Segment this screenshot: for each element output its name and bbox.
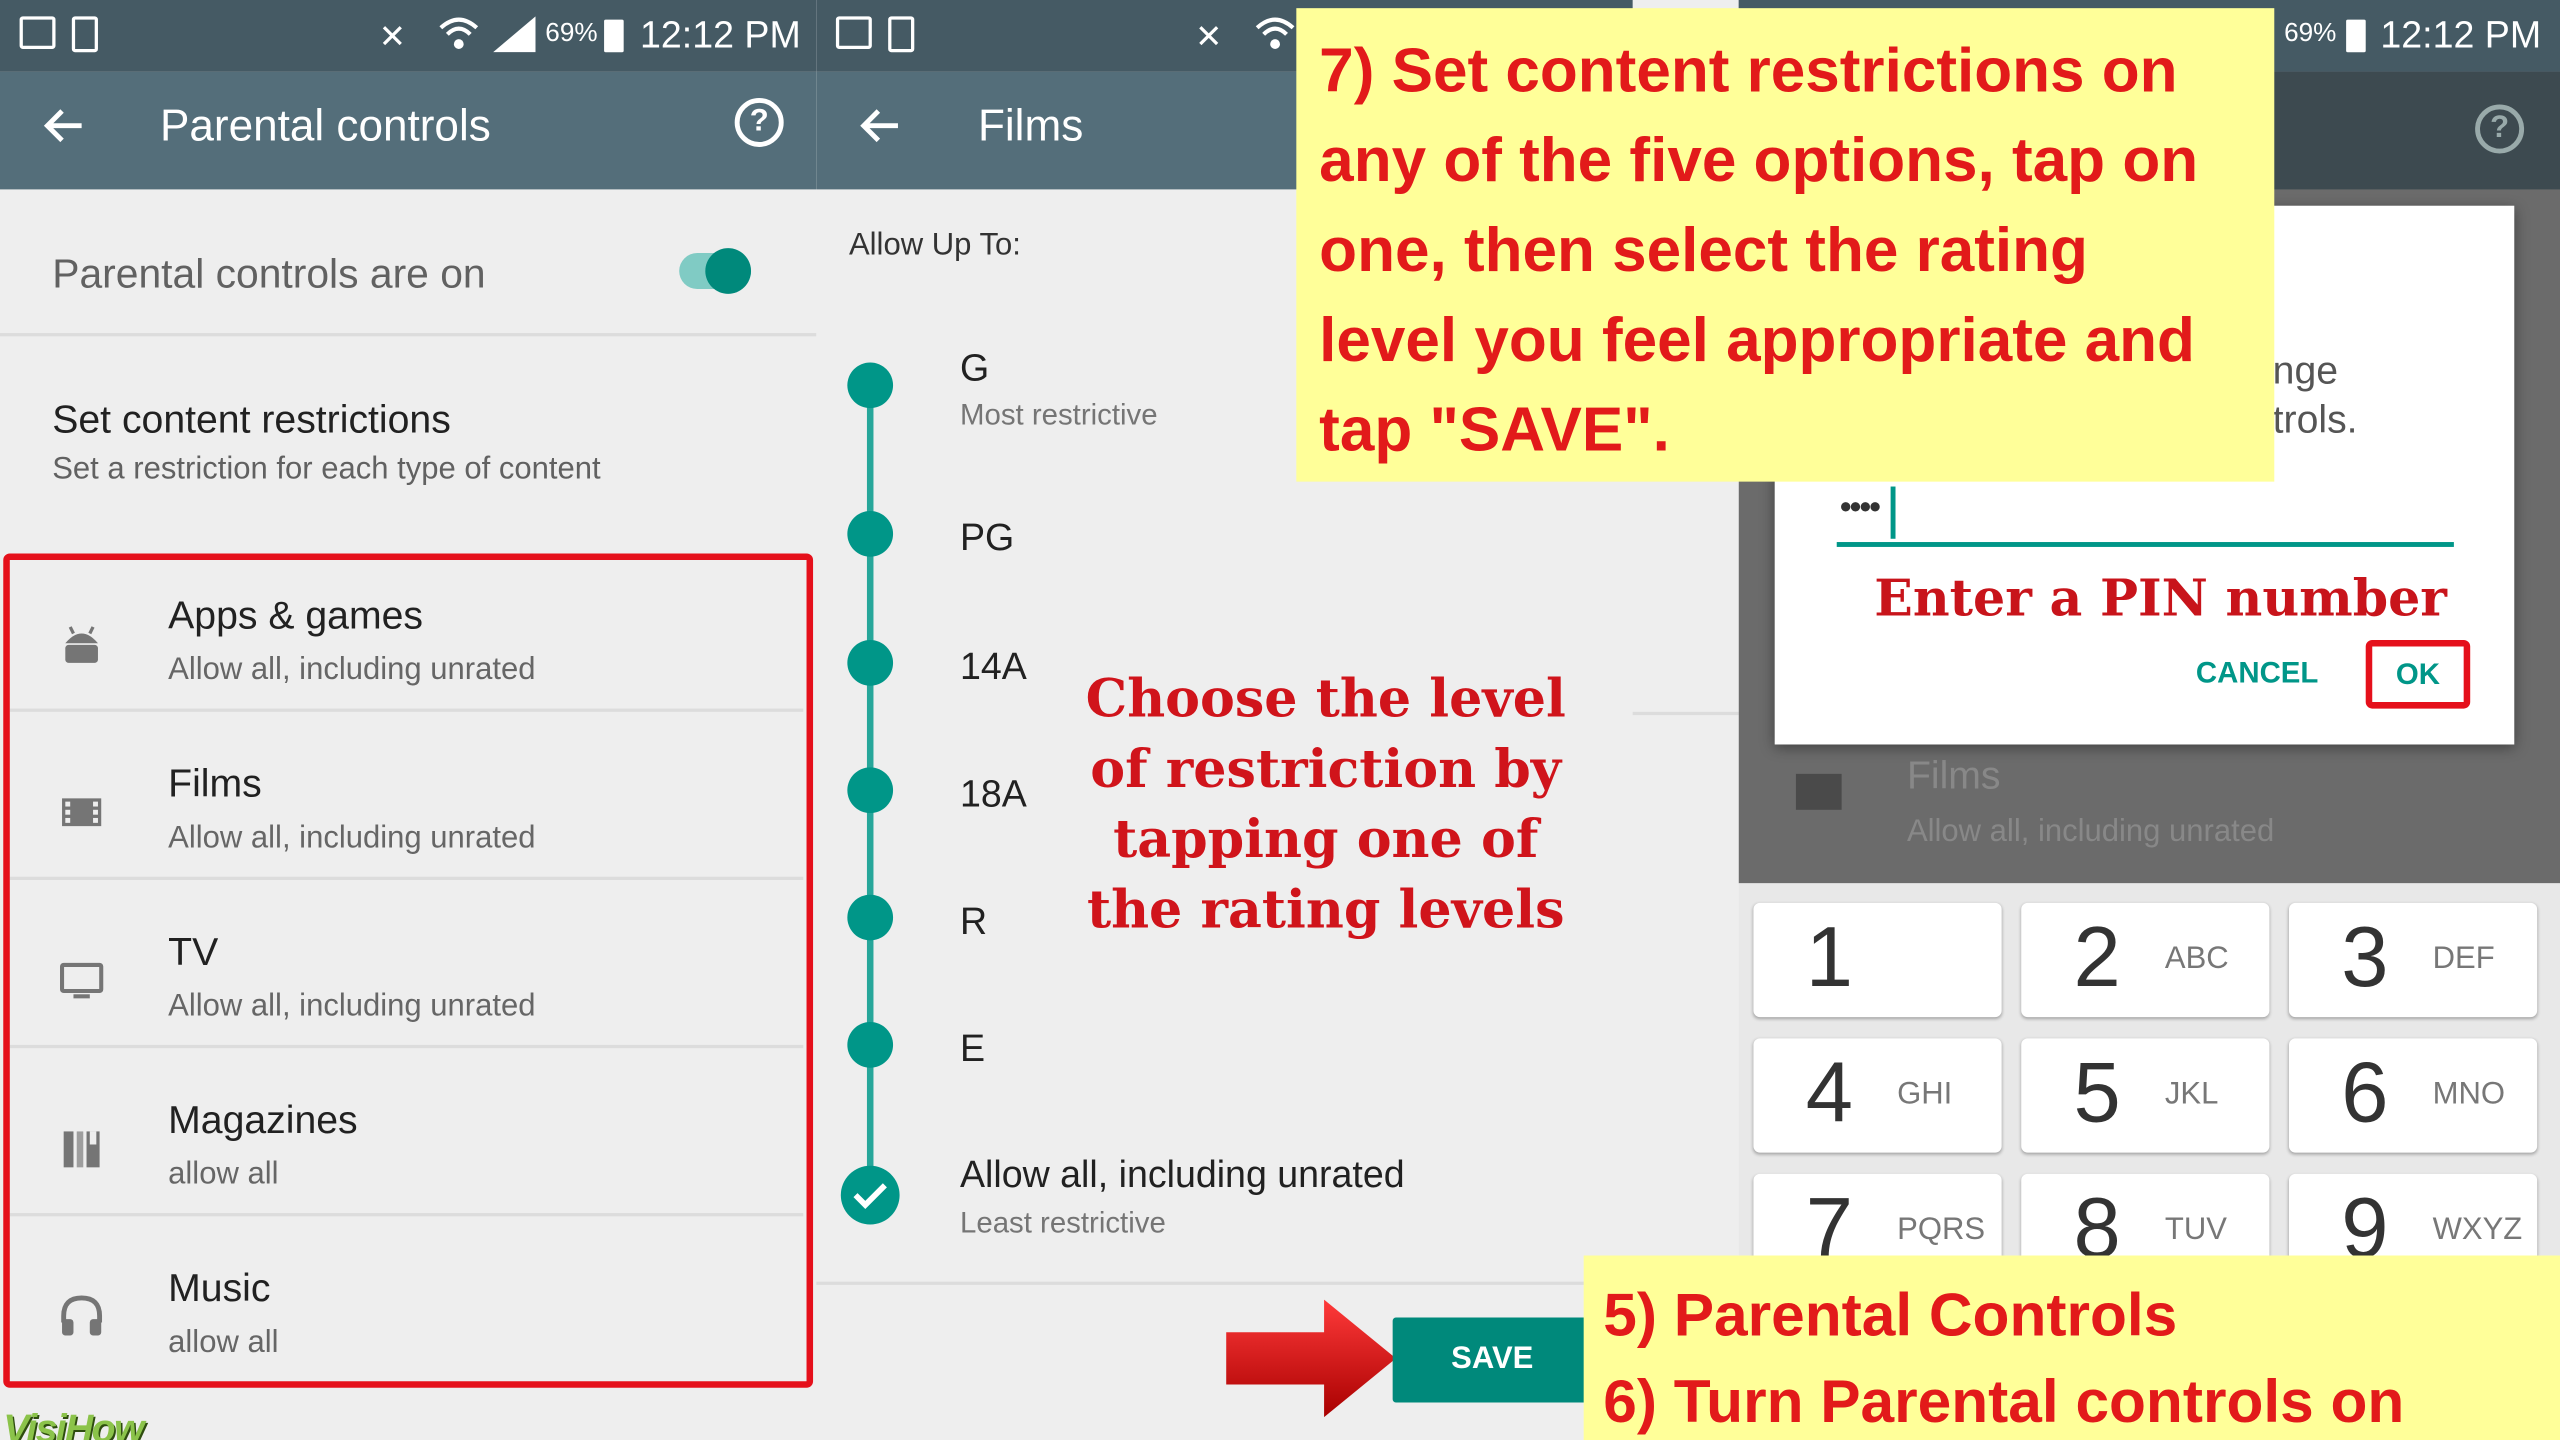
film-icon — [1795, 773, 1842, 810]
overlay-line: Choose the level — [1085, 667, 1566, 730]
callout-line: 7) Set content restrictions on — [1319, 37, 2178, 107]
screenshot-icon — [19, 16, 56, 49]
content-restrictions-title: Set content restrictions — [52, 398, 451, 443]
rating-dot-14a[interactable] — [847, 640, 894, 686]
text-cursor — [1890, 486, 1896, 539]
download-icon — [71, 16, 98, 53]
screenshot-icon — [835, 16, 872, 49]
key-letters: MNO — [2432, 1077, 2506, 1112]
back-arrow-icon[interactable] — [39, 101, 88, 150]
key-letters: DEF — [2432, 942, 2495, 977]
dialog-text: nge — [2272, 349, 2339, 394]
status-time: 12:12 PM — [640, 13, 801, 56]
callout-line: level you feel appropriate and — [1319, 306, 2195, 376]
parental-toggle-knob[interactable] — [705, 248, 752, 294]
step7-callout: 7) Set content restrictions on any of th… — [1296, 8, 2275, 482]
rating-sub-allow-all: Least restrictive — [959, 1206, 1166, 1240]
key-4[interactable]: 4 GHI — [1753, 1038, 2002, 1153]
help-icon[interactable]: ? — [734, 97, 784, 147]
rating-label-r[interactable]: R — [960, 900, 987, 944]
overlay-line: the rating levels — [1086, 878, 1565, 941]
key-1[interactable]: 1 — [1753, 902, 2002, 1018]
selected-check-icon[interactable] — [838, 1162, 903, 1227]
key-digit: 6 — [2341, 1046, 2389, 1142]
key-digit: 5 — [2073, 1046, 2121, 1142]
rating-instruction-overlay: Choose the level of restriction by tappi… — [1084, 664, 1567, 945]
toggle-label: Parental controls are on — [52, 251, 486, 298]
help-icon: ? — [2475, 104, 2525, 154]
battery-percent: 69% — [2284, 19, 2337, 48]
mute-icon: ✕ — [1195, 19, 1223, 56]
step5-6-callout: 5) Parental Controls 6) Turn Parental co… — [1583, 1255, 2560, 1440]
callout-line: one, then select the rating — [1319, 217, 2088, 286]
wifi-icon — [439, 17, 479, 49]
key-digit: 1 — [1805, 911, 1853, 1006]
bg-category-desc: Allow all, including unrated — [1906, 814, 2275, 849]
key-3[interactable]: 3 DEF — [2288, 902, 2538, 1018]
rating-label-18a[interactable]: 18A — [960, 772, 1027, 816]
cancel-button[interactable]: CANCEL — [2196, 656, 2318, 690]
page-title: Parental controls — [160, 101, 491, 151]
bg-category-name: Films — [1906, 754, 2001, 799]
status-time: 12:12 PM — [2380, 13, 2542, 56]
key-5[interactable]: 5 JKL — [2021, 1038, 2270, 1153]
callout-line: tap "SAVE". — [1319, 396, 1670, 466]
battery-icon — [604, 19, 624, 53]
key-digit: 2 — [2073, 911, 2121, 1006]
key-digit: 3 — [2341, 911, 2389, 1006]
status-bar: ✕ 69% 12:12 PM — [0, 0, 817, 72]
rating-dot-pg[interactable] — [847, 511, 894, 557]
rating-label-allow-all[interactable]: Allow all, including unrated — [960, 1153, 1405, 1197]
rating-dot-e[interactable] — [847, 1022, 894, 1068]
key-letters: JKL — [2164, 1077, 2219, 1112]
dialog-text: trols. — [2272, 398, 2358, 443]
key-letters: WXYZ — [2432, 1213, 2523, 1248]
content-restrictions-subtitle: Set a restriction for each type of conte… — [52, 452, 601, 487]
rating-label-g[interactable]: G — [960, 346, 989, 390]
ok-button[interactable]: OK — [2365, 640, 2471, 709]
app-bar: Parental controls ? — [0, 71, 817, 190]
allow-up-to-label: Allow Up To: — [848, 228, 1021, 263]
key-letters: PQRS — [1897, 1213, 1986, 1248]
divider — [0, 333, 817, 337]
key-6[interactable]: 6 MNO — [2288, 1038, 2538, 1153]
callout-step5: 5) Parental Controls — [1603, 1281, 2178, 1349]
tutorial-screenshot: ✕ 69% 12:12 PM Parental controls ? Paren… — [0, 0, 2560, 1440]
rating-sub-g: Most restrictive — [959, 398, 1158, 432]
key-letters: GHI — [1897, 1077, 1953, 1112]
callout-step6: 6) Turn Parental controls on — [1603, 1368, 2405, 1436]
key-2[interactable]: 2 ABC — [2021, 902, 2270, 1018]
download-icon — [888, 16, 915, 53]
wifi-icon — [1255, 17, 1295, 49]
overlay-line: tapping one of — [1113, 808, 1539, 871]
signal-icon — [493, 16, 536, 53]
visihow-watermark: VisiHow — [3, 1407, 144, 1440]
overlay-line: of restriction by — [1090, 737, 1562, 800]
arrow-pointer-icon — [1226, 1299, 1396, 1418]
pin-input-field[interactable] — [1836, 542, 2454, 547]
battery-percent: 69% — [545, 19, 598, 48]
mute-icon: ✕ — [378, 19, 407, 56]
key-letters: ABC — [2164, 942, 2229, 977]
page-title: Films — [977, 101, 1084, 151]
key-digit: 4 — [1805, 1046, 1853, 1142]
divider — [816, 1281, 1633, 1285]
divider — [1632, 711, 1739, 716]
key-letters: TUV — [2164, 1213, 2227, 1248]
callout-line: any of the five options, tap on — [1319, 127, 2199, 196]
rating-label-14a[interactable]: 14A — [960, 645, 1027, 689]
categories-highlight-box — [3, 553, 814, 1388]
rating-dot-g[interactable] — [847, 362, 894, 409]
rating-dot-18a[interactable] — [847, 767, 894, 814]
back-arrow-icon[interactable] — [856, 101, 905, 150]
save-button[interactable]: SAVE — [1392, 1317, 1592, 1403]
rating-label-pg[interactable]: PG — [960, 516, 1014, 560]
parental-controls-screen: ✕ 69% 12:12 PM Parental controls ? Paren… — [0, 0, 817, 1440]
pin-input-value[interactable]: •••• — [1840, 490, 1881, 528]
rating-dot-r[interactable] — [847, 894, 894, 941]
battery-icon — [2346, 19, 2366, 53]
rating-label-e[interactable]: E — [960, 1027, 985, 1071]
pin-annotation: Enter a PIN number — [1874, 569, 2447, 629]
